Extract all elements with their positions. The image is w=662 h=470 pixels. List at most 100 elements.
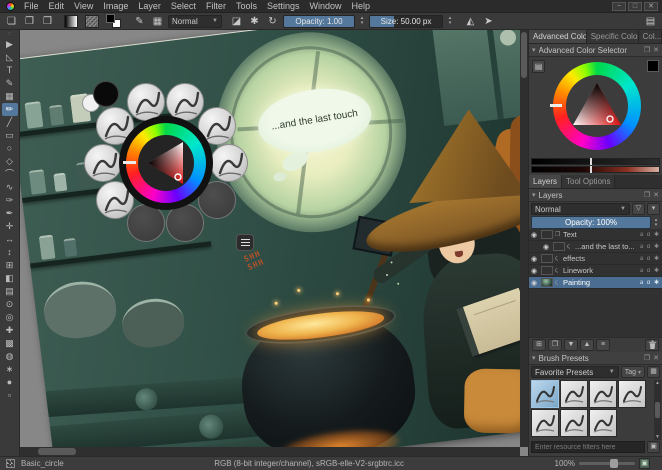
edit-shapes[interactable]: ◺: [2, 51, 18, 64]
close[interactable]: ✕: [644, 2, 658, 11]
layer-visibility-icon[interactable]: ◉: [531, 279, 539, 287]
polyline[interactable]: ⌒: [2, 168, 18, 181]
move[interactable]: ✛: [2, 220, 18, 233]
collapse-icon[interactable]: ▾: [532, 191, 536, 199]
menu-item[interactable]: Image: [98, 0, 133, 13]
ellipse[interactable]: ○: [2, 142, 18, 155]
gradient-swatch[interactable]: [64, 15, 78, 28]
selection-mode-icon[interactable]: [6, 459, 15, 468]
grid[interactable]: ⊞: [2, 259, 18, 272]
float-docker-icon[interactable]: ❐: [644, 191, 650, 199]
collapse-icon[interactable]: ▾: [532, 354, 536, 362]
palette-menu-button[interactable]: [236, 234, 254, 251]
layer-properties-button[interactable]: ≡: [596, 339, 610, 351]
layer-filter-button[interactable]: ▽: [632, 203, 645, 215]
close-docker-icon[interactable]: ✕: [653, 46, 659, 54]
preset-airbrush[interactable]: [618, 380, 646, 408]
transform[interactable]: ↔: [2, 233, 18, 246]
layer-visibility-icon[interactable]: ◉: [531, 255, 539, 263]
filter-options-button[interactable]: ▣: [647, 441, 660, 453]
zoom-fit-button[interactable]: ▣: [639, 458, 650, 469]
lightness-slider[interactable]: [531, 158, 660, 165]
tag-button[interactable]: Tag▾: [621, 366, 645, 378]
preset-eraser[interactable]: [531, 409, 559, 437]
zoom-tool[interactable]: ●: [2, 376, 18, 389]
add-layer-button[interactable]: ⊞: [532, 339, 546, 351]
opacity-slider[interactable]: Opacity: 1.00: [283, 15, 355, 28]
duplicate-layer-button[interactable]: ❐: [548, 339, 562, 351]
blending-mode-dropdown[interactable]: Normal ▼: [168, 15, 222, 28]
rectangle[interactable]: ▭: [2, 129, 18, 142]
menu-item[interactable]: Filter: [201, 0, 231, 13]
freehand-path[interactable]: ✑: [2, 194, 18, 207]
layer-opacity-slider[interactable]: Opacity: 100%: [531, 216, 651, 229]
pattern-edit[interactable]: ▦: [2, 90, 18, 103]
move-layer-down-button[interactable]: ▼: [564, 339, 578, 351]
docker-tab[interactable]: Tool Options: [562, 175, 615, 188]
preset-tag-dropdown[interactable]: Favorite Presets ▼: [531, 366, 619, 378]
opacity-spinner[interactable]: ▴▾: [358, 16, 366, 26]
maximize[interactable]: □: [628, 2, 642, 11]
empty-slot[interactable]: [166, 204, 204, 242]
toolbox-handle[interactable]: ∷: [8, 31, 11, 38]
layer-property-icons[interactable]: a α ✱: [640, 279, 660, 286]
popup-hue-ring[interactable]: [126, 123, 206, 203]
dynamic-brush[interactable]: ✒: [2, 207, 18, 220]
layer-property-icons[interactable]: a α ✱: [640, 267, 660, 274]
new-document-button[interactable]: ❏: [4, 14, 19, 28]
scroll-down-icon[interactable]: ▼: [654, 434, 661, 440]
scroll-up-icon[interactable]: ▲: [654, 380, 661, 386]
freehand-brush[interactable]: ✏: [2, 103, 18, 116]
crop[interactable]: ✚: [2, 324, 18, 337]
delete-layer-button[interactable]: [645, 339, 659, 351]
mirror-horizontal-button[interactable]: ◭: [463, 14, 478, 28]
preset-scrollbar[interactable]: ▲ ▼: [654, 380, 661, 440]
brush-editor-button[interactable]: ✎: [132, 14, 147, 28]
move-layer-up-button[interactable]: ▲: [580, 339, 594, 351]
pan[interactable]: ▫: [2, 389, 18, 402]
saturation-slider[interactable]: [531, 166, 660, 173]
foreground-background-colors[interactable]: [106, 14, 121, 28]
minimize[interactable]: −: [612, 2, 626, 11]
preset-liner[interactable]: [589, 380, 617, 408]
layer-visibility-icon[interactable]: ◉: [531, 267, 539, 275]
save-document-button[interactable]: ❒: [40, 14, 55, 28]
preset-marker[interactable]: [589, 409, 617, 437]
menu-item[interactable]: Settings: [262, 0, 305, 13]
measure[interactable]: ↕: [2, 246, 18, 259]
pattern-swatch[interactable]: [85, 15, 99, 28]
current-color-swatch[interactable]: [647, 60, 659, 72]
toolbar-overflow-button[interactable]: ▤: [643, 14, 658, 28]
menu-item[interactable]: Tools: [231, 0, 262, 13]
layer-opacity-spinner[interactable]: ▴▾: [652, 216, 660, 229]
layer-visibility-icon[interactable]: ◉: [531, 231, 539, 239]
select-shapes[interactable]: ▶: [2, 38, 18, 51]
mirror-vertical-button[interactable]: ➤: [481, 14, 496, 28]
float-docker-icon[interactable]: ❐: [644, 46, 650, 54]
sv-triangle[interactable]: [566, 75, 628, 137]
contiguous-select[interactable]: ∗: [2, 363, 18, 376]
canvas-area[interactable]: ...and the last touch SHH SHH: [20, 30, 528, 456]
layer-row[interactable]: ◉ ς Painting a α ✱: [529, 277, 662, 289]
popup-sv-triangle[interactable]: [138, 135, 194, 191]
collapse-icon[interactable]: ▾: [532, 46, 536, 54]
preset-pen[interactable]: [531, 380, 559, 408]
layer-row[interactable]: ◉ ς effects a α ✱: [529, 253, 662, 265]
preset-eraser[interactable]: [84, 144, 122, 182]
selector-settings-button[interactable]: ▤: [532, 60, 545, 73]
layer-visibility-icon[interactable]: ◉: [543, 243, 551, 251]
preset-ink-brush[interactable]: [166, 83, 204, 121]
empty-slot[interactable]: [127, 204, 165, 242]
text[interactable]: T: [2, 64, 18, 77]
layer-row[interactable]: ◉ ς Linework a α ✱: [529, 265, 662, 277]
float-docker-icon[interactable]: ❐: [644, 354, 650, 362]
menu-item[interactable]: File: [19, 0, 44, 13]
docker-tab[interactable]: Specific Color...: [587, 30, 639, 43]
open-document-button[interactable]: ❐: [22, 14, 37, 28]
menu-item[interactable]: Layer: [133, 0, 166, 13]
size-spinner[interactable]: ▴▾: [446, 16, 454, 26]
layer-row[interactable]: ◉ ς ...and the last to... a α ✱: [529, 241, 662, 253]
line[interactable]: ╱: [2, 116, 18, 129]
preset-chooser-button[interactable]: ▦: [150, 14, 165, 28]
preset-ink-pen[interactable]: [127, 83, 165, 121]
